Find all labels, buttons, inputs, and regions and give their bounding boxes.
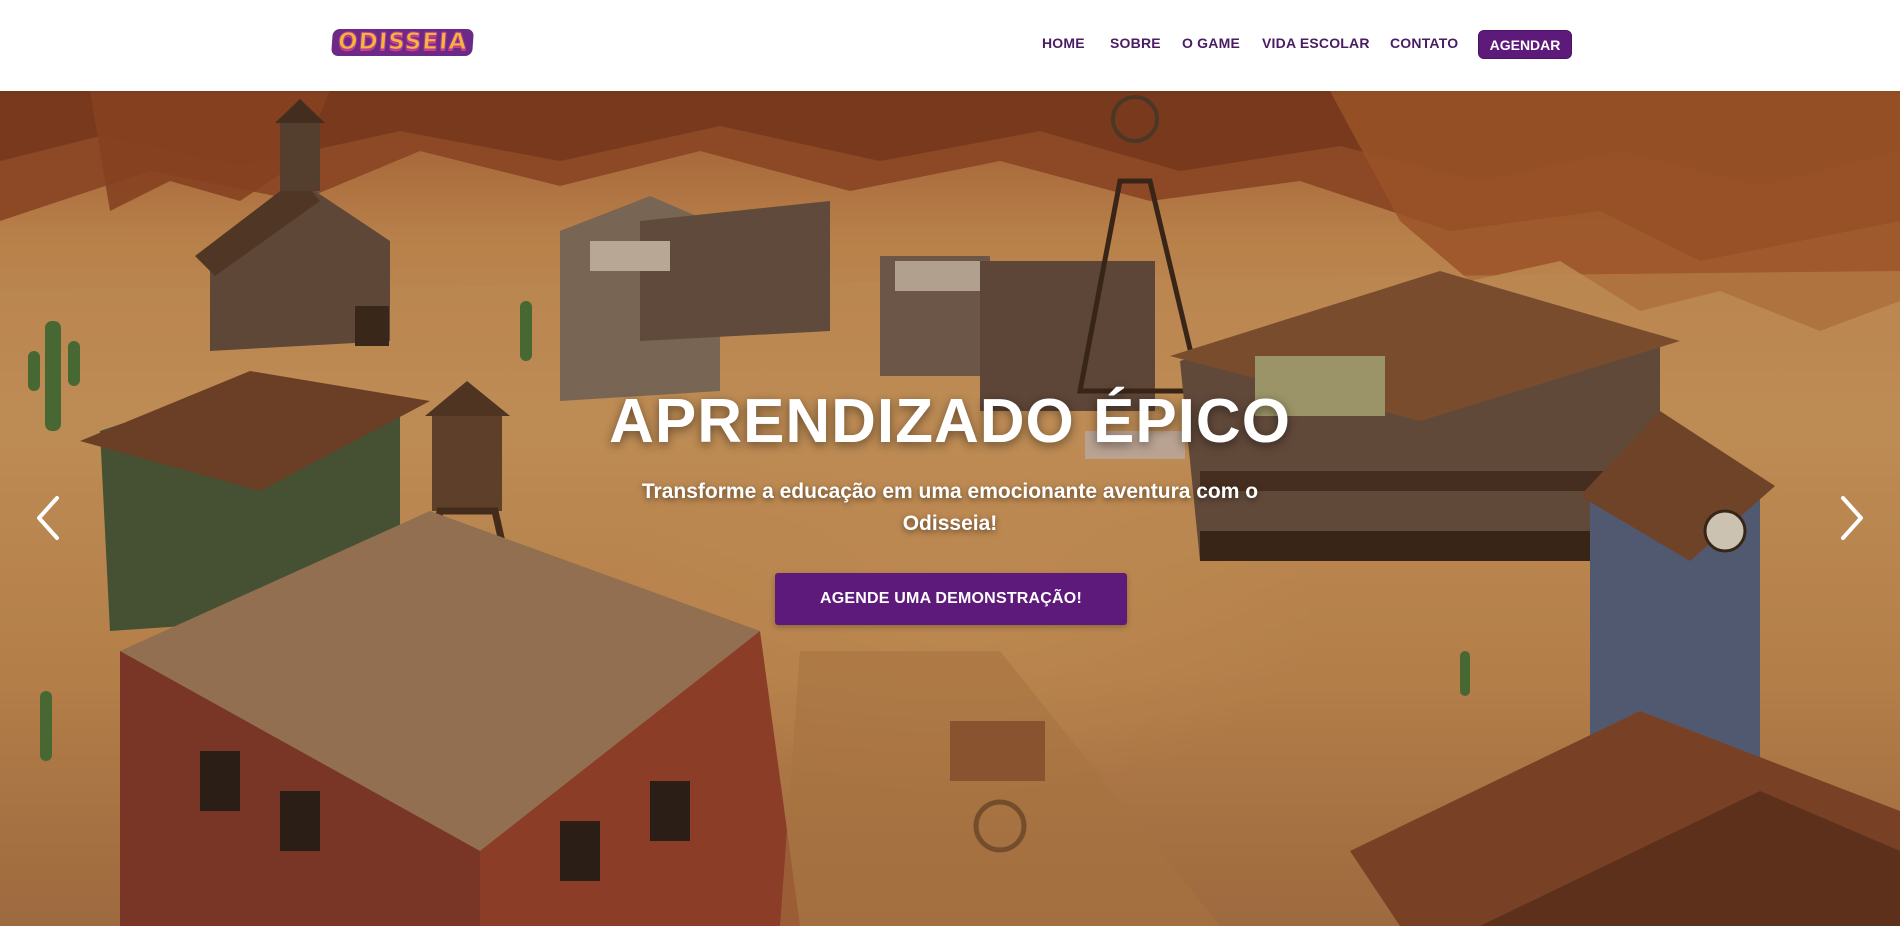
agendar-button[interactable]: AGENDAR <box>1478 30 1572 59</box>
hero-section: APRENDIZADO ÉPICO Transforme a educação … <box>0 91 1900 926</box>
nav-home[interactable]: HOME <box>1042 35 1085 51</box>
site-header: ODISSEIA HOME SOBRE O GAME VIDA ESCOLAR … <box>0 0 1900 91</box>
hero-subtitle: Transforme a educação em uma emocionante… <box>641 480 1259 535</box>
carousel-next-button[interactable] <box>1832 488 1872 548</box>
nav-contato[interactable]: CONTATO <box>1390 35 1458 51</box>
schedule-demo-button[interactable]: AGENDE UMA DEMONSTRAÇÃO! <box>775 573 1127 625</box>
nav-sobre[interactable]: SOBRE <box>1110 35 1161 51</box>
nav-o-game[interactable]: O GAME <box>1182 35 1240 51</box>
nav-vida-escolar[interactable]: VIDA ESCOLAR <box>1262 35 1370 51</box>
chevron-right-icon <box>1841 496 1863 540</box>
chevron-left-icon <box>37 496 59 540</box>
main-nav: HOME SOBRE O GAME VIDA ESCOLAR CONTATO A… <box>0 0 1900 91</box>
carousel-prev-button[interactable] <box>28 488 68 548</box>
hero-title: APRENDIZADO ÉPICO <box>609 387 1291 456</box>
